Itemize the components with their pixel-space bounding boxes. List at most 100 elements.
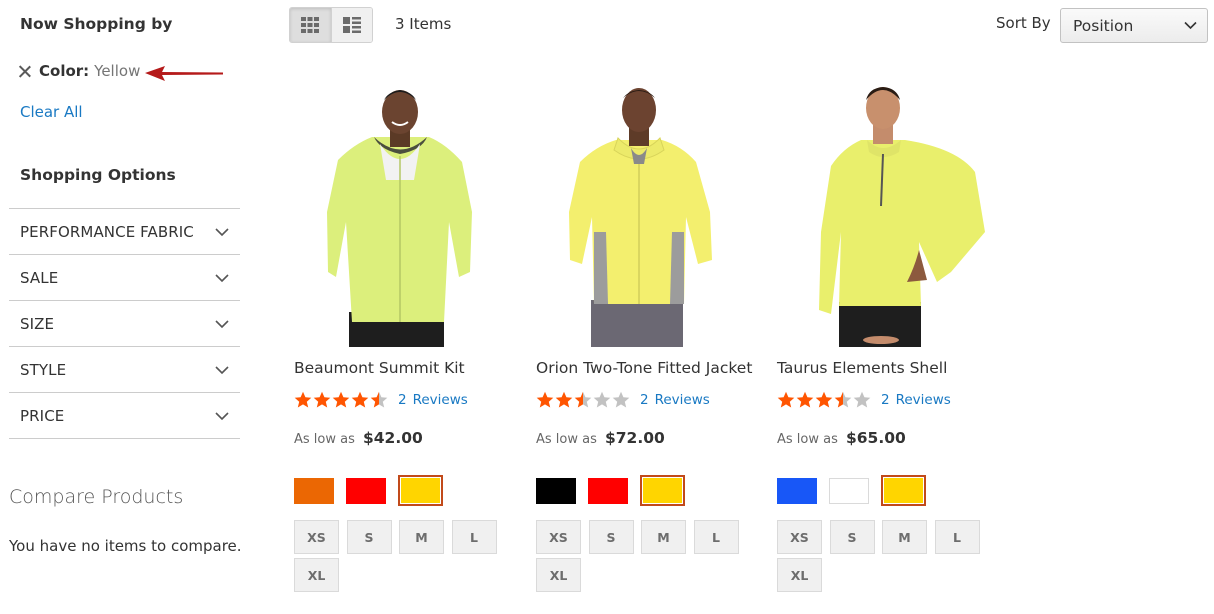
rating-stars — [536, 391, 631, 408]
filter-option-sale[interactable]: SALE — [9, 255, 240, 301]
color-swatch-yellow[interactable] — [640, 475, 685, 506]
remove-filter-icon[interactable] — [17, 64, 32, 79]
star-icon — [777, 391, 795, 408]
annotation-arrow-icon — [145, 66, 223, 81]
price-value: $42.00 — [362, 429, 423, 447]
reviews-label: Reviews — [895, 391, 951, 408]
list-icon — [342, 17, 361, 33]
grid-icon — [301, 17, 320, 33]
price-label: As low as — [294, 432, 355, 447]
product-name[interactable]: Taurus Elements Shell — [777, 359, 947, 377]
rating: 2 Reviews — [536, 391, 710, 408]
size-swatches: XS S M L XL — [777, 520, 992, 596]
item-count: 3 Items — [395, 15, 452, 33]
star-icon — [612, 391, 630, 408]
color-swatches — [294, 475, 455, 506]
product-card: Taurus Elements Shell 2 Reviews As low as… — [777, 82, 992, 592]
filter-option-price[interactable]: PRICE — [9, 393, 240, 439]
product-image[interactable] — [777, 82, 992, 347]
size-option-l[interactable]: L — [451, 520, 497, 554]
filter-options-list: PERFORMANCE FABRIC SALE SIZE STYLE PRICE — [9, 208, 240, 439]
size-option-m[interactable]: M — [641, 520, 686, 554]
sort-by-value: Position — [1073, 16, 1134, 35]
price-value: $72.00 — [604, 429, 665, 447]
size-option-xl[interactable]: XL — [777, 558, 822, 592]
star-icon — [574, 391, 592, 408]
size-option-l[interactable]: L — [934, 520, 980, 554]
reviews-count: 2 — [640, 391, 649, 408]
filter-option-label: SALE — [20, 268, 59, 287]
star-icon — [593, 391, 611, 408]
rating: 2 Reviews — [294, 391, 468, 408]
reviews-link[interactable]: 2 Reviews — [640, 392, 710, 408]
filter-option-label: STYLE — [20, 360, 67, 379]
rating-stars — [777, 391, 872, 408]
color-swatch-yellow[interactable] — [398, 475, 443, 506]
chevron-down-icon — [215, 365, 229, 374]
chevron-down-icon — [1184, 21, 1197, 30]
size-option-m[interactable]: M — [882, 520, 927, 554]
color-swatches — [777, 475, 938, 506]
shopping-options-title: Shopping Options — [20, 166, 176, 184]
sort-by-select[interactable]: Position — [1060, 8, 1208, 43]
reviews-link[interactable]: 2 Reviews — [881, 392, 951, 408]
grid-view-button[interactable] — [290, 8, 331, 42]
size-option-m[interactable]: M — [399, 520, 444, 554]
color-swatch-black[interactable] — [536, 477, 576, 504]
product-name[interactable]: Orion Two-Tone Fitted Jacket — [536, 359, 752, 377]
chevron-down-icon — [215, 227, 229, 236]
filter-option-label: PERFORMANCE FABRIC — [20, 222, 194, 241]
reviews-link[interactable]: 2 Reviews — [398, 392, 468, 408]
filter-option-performance-fabric[interactable]: PERFORMANCE FABRIC — [9, 209, 240, 255]
view-mode-switch — [289, 7, 373, 43]
size-option-xl[interactable]: XL — [294, 558, 339, 592]
reviews-count: 2 — [398, 391, 407, 408]
size-option-xs[interactable]: XS — [536, 520, 581, 554]
product-image[interactable] — [294, 82, 509, 347]
size-option-xs[interactable]: XS — [294, 520, 339, 554]
color-swatch-yellow[interactable] — [881, 475, 926, 506]
star-icon — [815, 391, 833, 408]
chevron-down-icon — [215, 273, 229, 282]
color-swatch-blue[interactable] — [777, 477, 817, 504]
price: As low as $65.00 — [777, 428, 906, 447]
reviews-label: Reviews — [654, 391, 710, 408]
price-value: $65.00 — [845, 429, 906, 447]
star-icon — [853, 391, 871, 408]
filter-option-label: PRICE — [20, 406, 65, 425]
color-swatch-orange[interactable] — [294, 477, 334, 504]
compare-empty-text: You have no items to compare. — [9, 537, 242, 555]
price: As low as $42.00 — [294, 428, 423, 447]
product-name[interactable]: Beaumont Summit Kit — [294, 359, 465, 377]
size-option-s[interactable]: S — [829, 520, 875, 554]
size-option-s[interactable]: S — [588, 520, 634, 554]
size-swatches: XS S M L XL — [536, 520, 751, 596]
color-swatch-red[interactable] — [588, 477, 628, 504]
size-option-s[interactable]: S — [346, 520, 392, 554]
color-swatch-red[interactable] — [346, 477, 386, 504]
active-filter-label: Color: — [39, 62, 90, 80]
size-option-l[interactable]: L — [693, 520, 739, 554]
color-swatch-white[interactable] — [829, 477, 869, 504]
reviews-label: Reviews — [412, 391, 468, 408]
price-label: As low as — [536, 432, 597, 447]
now-shopping-title: Now Shopping by — [20, 15, 173, 33]
star-icon — [555, 391, 573, 408]
star-icon — [536, 391, 554, 408]
size-option-xl[interactable]: XL — [536, 558, 581, 592]
sort-by-label: Sort By — [996, 14, 1051, 32]
list-view-button[interactable] — [330, 8, 372, 42]
filter-option-style[interactable]: STYLE — [9, 347, 240, 393]
filter-option-size[interactable]: SIZE — [9, 301, 240, 347]
compare-products-title: Compare Products — [9, 486, 184, 508]
product-image[interactable] — [536, 82, 751, 347]
size-option-xs[interactable]: XS — [777, 520, 822, 554]
clear-all-link[interactable]: Clear All — [20, 103, 83, 121]
chevron-down-icon — [215, 411, 229, 420]
star-icon — [294, 391, 312, 408]
size-swatches: XS S M L XL — [294, 520, 509, 596]
price-label: As low as — [777, 432, 838, 447]
star-icon — [796, 391, 814, 408]
star-icon — [332, 391, 350, 408]
jacket-photo — [819, 87, 985, 347]
